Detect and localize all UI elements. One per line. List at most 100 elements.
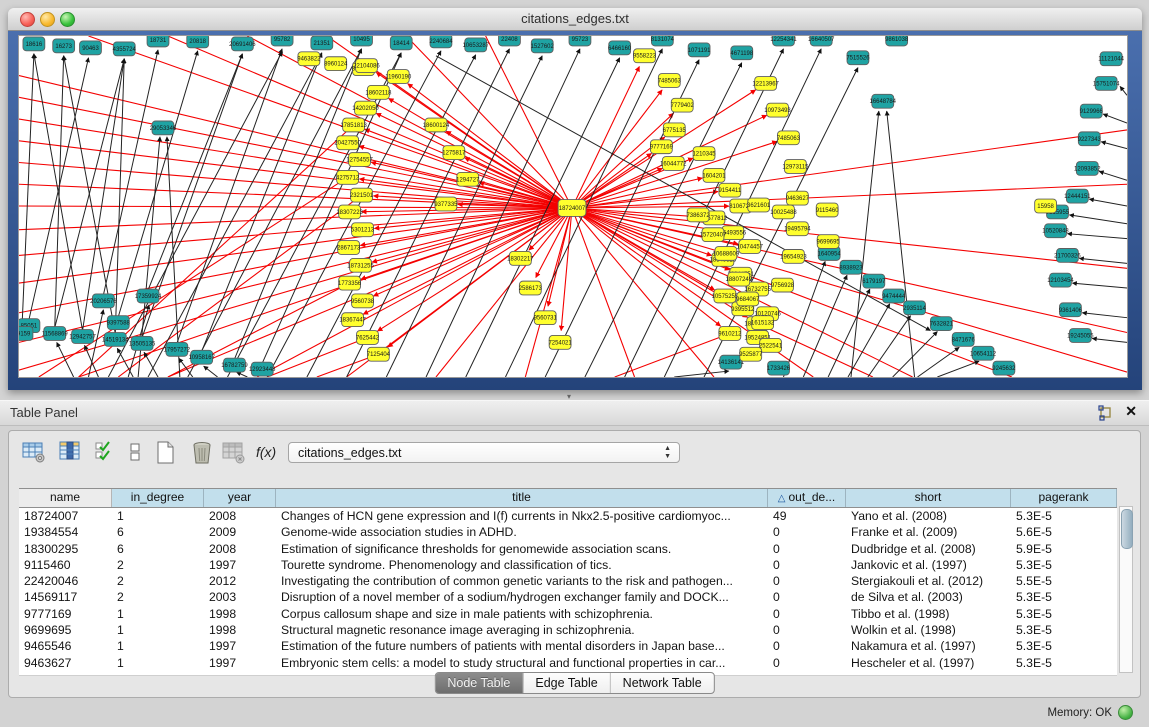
table-cell[interactable]: Corpus callosum shape and size in male p…	[276, 606, 768, 622]
table-row[interactable]: 969969511998Structural magnetic resonanc…	[19, 622, 1117, 638]
network-node[interactable]: 1275817	[442, 146, 465, 160]
network-node[interactable]: 95723	[569, 36, 591, 46]
network-node[interactable]: 16640507	[808, 36, 834, 46]
table-cell[interactable]: 9115460	[19, 557, 112, 573]
network-node[interactable]: 8960124	[324, 57, 348, 71]
citation-edge-black[interactable]	[1099, 171, 1127, 180]
network-node[interactable]: 7515526	[846, 51, 870, 65]
network-node[interactable]: 10973493	[764, 103, 791, 117]
network-node[interactable]: 7254021	[549, 335, 573, 349]
window-titlebar[interactable]: citations_edges.txt	[8, 8, 1142, 31]
table-cell[interactable]: 2009	[204, 524, 276, 540]
network-node[interactable]: 7625442	[356, 331, 379, 345]
network-node[interactable]: 9756928	[771, 278, 795, 292]
network-node[interactable]: 9154411	[718, 183, 741, 197]
citation-edge-red[interactable]	[572, 113, 674, 208]
table-cell[interactable]: 2	[112, 589, 204, 605]
citation-edge-black[interactable]	[234, 49, 361, 359]
table-cell[interactable]: Hescheler et al. (1997)	[846, 655, 1011, 671]
network-node[interactable]: 7485063	[777, 131, 801, 145]
table-cell[interactable]: 2012	[204, 573, 276, 589]
network-node[interactable]: 7779402	[671, 98, 694, 112]
table-cell[interactable]: 6	[112, 524, 204, 540]
table-cell[interactable]: 1	[112, 508, 204, 524]
table-cell[interactable]: 2	[112, 557, 204, 573]
table-cell[interactable]: 5.3E-5	[1011, 606, 1117, 622]
network-node[interactable]: 6775135	[663, 123, 687, 137]
network-node[interactable]: 12254341	[770, 36, 797, 46]
citation-edge-black[interactable]	[674, 371, 729, 377]
table-cell[interactable]: 6	[112, 541, 204, 557]
table-vertical-scrollbar[interactable]	[1119, 506, 1133, 673]
network-node[interactable]: 9861038	[885, 36, 909, 46]
network-node[interactable]: 10495	[351, 36, 373, 46]
citation-edge-black[interactable]	[937, 361, 979, 377]
table-cell[interactable]: 0	[768, 589, 846, 605]
citation-edge-black[interactable]	[1101, 142, 1127, 149]
table-cell[interactable]: 1998	[204, 622, 276, 638]
table-row[interactable]: 946554611997Estimation of the future num…	[19, 638, 1117, 654]
scrollbar-thumb[interactable]	[1121, 509, 1133, 549]
network-node[interactable]: 15751074	[1093, 77, 1120, 91]
network-node[interactable]: 8471676	[952, 333, 976, 347]
row-checks-icon[interactable]	[93, 440, 119, 466]
network-node[interactable]: 18602118	[365, 85, 392, 99]
citation-edge-black[interactable]	[204, 366, 218, 377]
network-node[interactable]: 2522541	[759, 338, 783, 352]
column-header[interactable]: name	[19, 489, 112, 507]
table-cell[interactable]: Changes of HCN gene expression and I(f) …	[276, 508, 768, 524]
network-node[interactable]: 14202050	[352, 101, 379, 115]
network-node[interactable]: 7386372	[687, 208, 710, 222]
table-cell[interactable]: 5.9E-5	[1011, 541, 1117, 557]
network-node[interactable]: 18367447	[339, 313, 365, 327]
network-node[interactable]: 9377335	[434, 197, 458, 211]
network-node[interactable]: 17359924	[135, 289, 162, 303]
network-node[interactable]: 2240684	[429, 36, 453, 48]
table-cell[interactable]: 0	[768, 524, 846, 540]
table-cell[interactable]: 22420046	[19, 573, 112, 589]
import-table-icon[interactable]	[221, 440, 247, 466]
network-node[interactable]: 39159	[19, 327, 33, 341]
network-node[interactable]: 9560731	[534, 311, 558, 325]
table-cell[interactable]: 1	[112, 622, 204, 638]
citation-edge-black[interactable]	[118, 51, 197, 317]
network-node[interactable]: 18600124	[423, 118, 450, 132]
citation-edge-black[interactable]	[57, 342, 74, 377]
network-node[interactable]: 12754557	[346, 153, 372, 167]
network-node[interactable]: 16044772	[660, 157, 686, 171]
table-cell[interactable]: 1997	[204, 557, 276, 573]
table-cell[interactable]: 5.3E-5	[1011, 508, 1117, 524]
table-cell[interactable]: 5.3E-5	[1011, 557, 1117, 573]
citation-edge-red[interactable]	[19, 208, 572, 255]
table-cell[interactable]: 1	[112, 655, 204, 671]
network-node[interactable]: 95782	[271, 36, 293, 46]
delete-table-icon[interactable]	[189, 440, 215, 466]
network-node[interactable]: 4355724	[113, 42, 137, 56]
table-cell[interactable]: 14569117	[19, 589, 112, 605]
network-node[interactable]: 7632821	[930, 317, 954, 331]
table-cell[interactable]: 18300295	[19, 541, 112, 557]
citation-edge-black[interactable]	[29, 58, 89, 320]
table-row[interactable]: 1938455462009Genome-wide association stu…	[19, 524, 1117, 540]
column-header[interactable]: year	[204, 489, 276, 507]
network-node[interactable]: 10654112	[970, 346, 996, 360]
network-node[interactable]: 90463	[80, 41, 102, 55]
network-node[interactable]: 9699695	[817, 235, 841, 249]
network-node[interactable]: 17851813	[340, 118, 367, 132]
network-node[interactable]: 18616	[23, 37, 45, 51]
table-cell[interactable]: 2008	[204, 541, 276, 557]
network-node[interactable]: 9245632	[992, 361, 1015, 375]
table-cell[interactable]: 2	[112, 573, 204, 589]
network-node[interactable]: 12942757	[69, 330, 95, 344]
citation-edge-black[interactable]	[1092, 338, 1127, 342]
citation-edge-red[interactable]	[19, 208, 572, 342]
citation-edge-black[interactable]	[1103, 114, 1127, 123]
network-node[interactable]: 18807249	[726, 272, 753, 286]
network-node[interactable]: 2321501	[350, 188, 374, 202]
table-cell[interactable]: 19384554	[19, 524, 112, 540]
network-node[interactable]: 6179197	[862, 274, 885, 288]
network-node[interactable]: 3621601	[747, 198, 771, 212]
network-node[interactable]: 6466160	[608, 41, 632, 55]
table-cell[interactable]: 9465546	[19, 638, 112, 654]
network-node[interactable]: 12103454	[1047, 273, 1074, 287]
